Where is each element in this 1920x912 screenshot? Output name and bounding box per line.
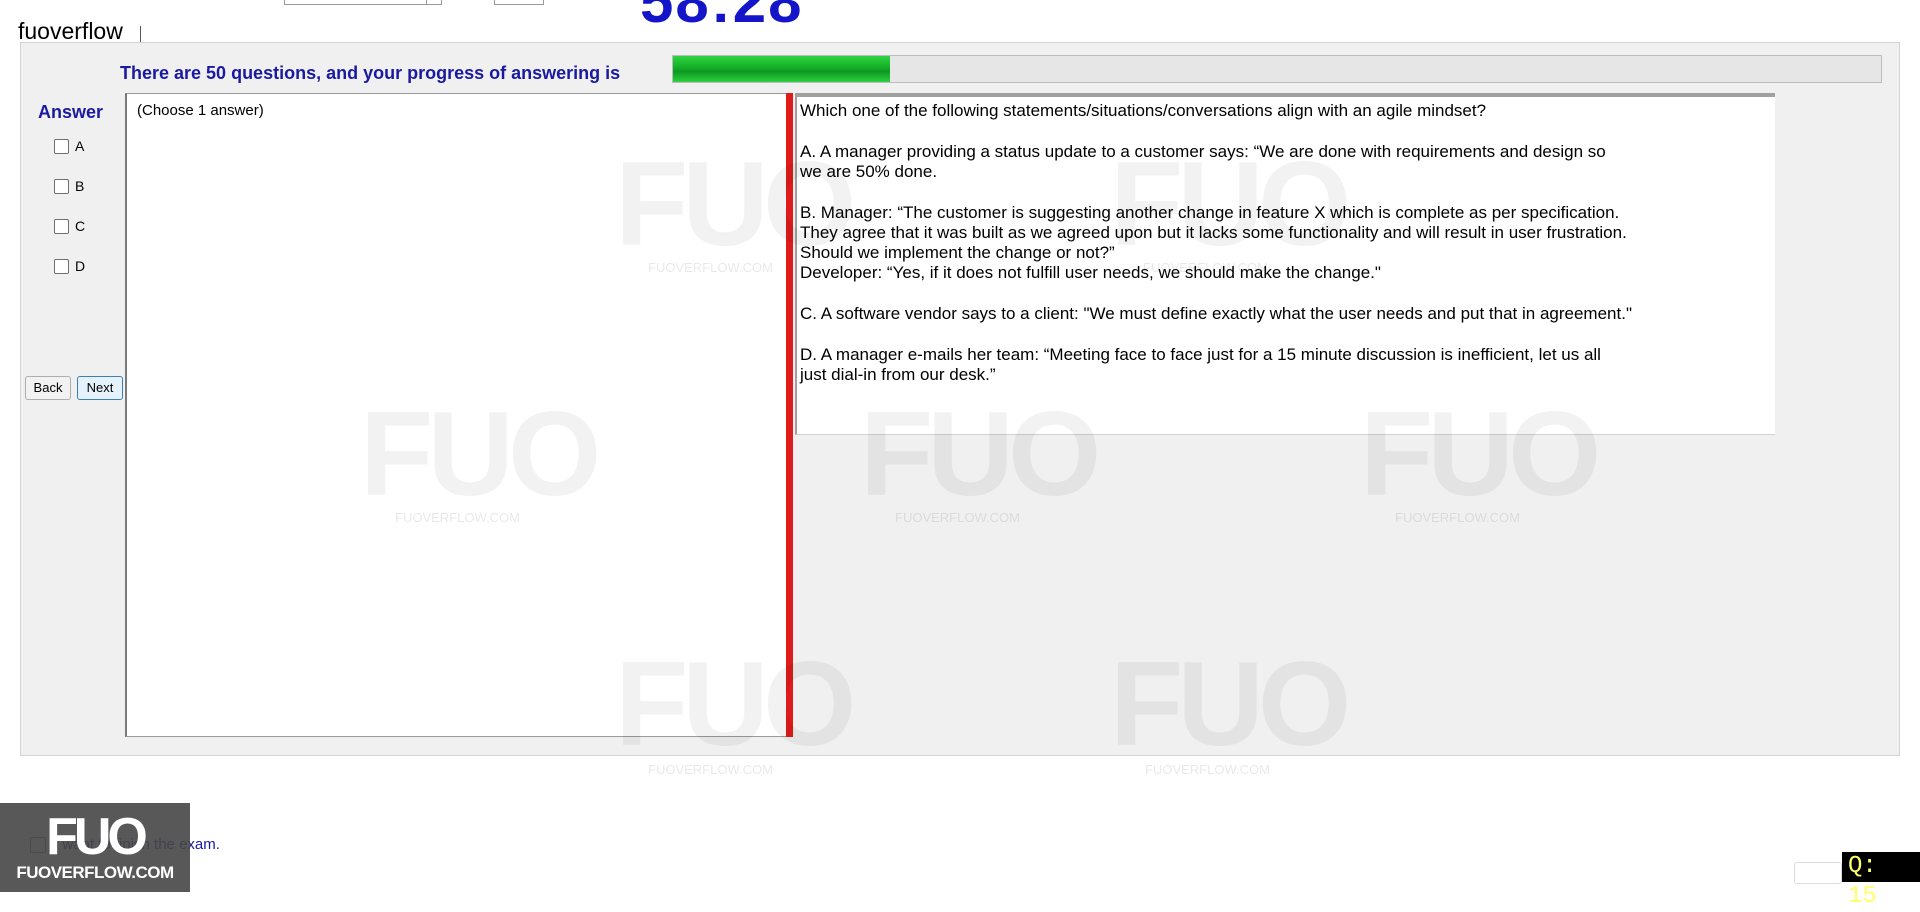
- checkbox-b[interactable]: [54, 178, 69, 194]
- option-label-c: C: [75, 218, 86, 234]
- back-button[interactable]: Back: [25, 376, 71, 400]
- watermark-text: FUOVERFLOW.COM: [648, 762, 773, 777]
- bottom-field[interactable]: [1794, 862, 1842, 884]
- watermark-text: FUOVERFLOW.COM: [648, 260, 773, 275]
- watermark-text: FUOVERFLOW.COM: [1143, 260, 1268, 275]
- top-spinner[interactable]: [494, 0, 544, 5]
- choose-instruction: (Choose 1 answer): [137, 102, 264, 119]
- next-button[interactable]: Next: [77, 376, 123, 400]
- watermark-text: FUOVERFLOW.COM: [395, 510, 520, 525]
- progress-bar: [672, 55, 1882, 83]
- checkbox-a[interactable]: [54, 138, 69, 154]
- progress-bar-fill: [673, 56, 891, 82]
- watermark-logo: FUO: [860, 387, 1101, 521]
- question-option-d: D. A manager e-mails her team: “Meeting …: [800, 345, 1601, 384]
- answer-option-c[interactable]: C: [54, 218, 85, 234]
- answer-option-d[interactable]: D: [54, 258, 85, 274]
- watermark-text: FUOVERFLOW.COM: [1145, 762, 1270, 777]
- watermark-logo: FUO: [1110, 137, 1351, 271]
- question-stem: Which one of the following statements/si…: [800, 101, 1487, 120]
- watermark-logo: FUO: [1110, 637, 1351, 771]
- watermark-text: FUOVERFLOW.COM: [895, 510, 1020, 525]
- answer-option-a[interactable]: A: [54, 138, 84, 154]
- checkbox-c[interactable]: [54, 218, 69, 234]
- watermark-logo: FUO: [1360, 387, 1601, 521]
- logo-text: FUOVERFLOW.COM: [16, 863, 174, 882]
- watermark-logo: FUO: [615, 137, 856, 271]
- option-label-a: A: [75, 138, 85, 154]
- answer-heading: Answer: [38, 102, 104, 122]
- watermark-text: FUOVERFLOW.COM: [1395, 510, 1520, 525]
- logo-mark: FUO: [46, 808, 148, 866]
- question-option-c: C. A software vendor says to a client: "…: [800, 304, 1632, 323]
- watermark-logo: FUO: [615, 637, 856, 771]
- answer-option-b[interactable]: B: [54, 178, 84, 194]
- checkbox-d[interactable]: [54, 258, 69, 274]
- option-label-b: B: [75, 178, 85, 194]
- brand-text: fuoverflow: [18, 18, 123, 44]
- question-counter: Q: 15: [1842, 852, 1920, 910]
- progress-label: There are 50 questions, and your progres…: [120, 63, 621, 83]
- top-dropdown[interactable]: [284, 0, 442, 5]
- fuoverflow-logo: FUO FUOVERFLOW.COM: [0, 803, 190, 892]
- option-label-d: D: [75, 258, 86, 274]
- exam-timer: 58:28: [640, 0, 804, 35]
- watermark-logo: FUO: [360, 387, 601, 521]
